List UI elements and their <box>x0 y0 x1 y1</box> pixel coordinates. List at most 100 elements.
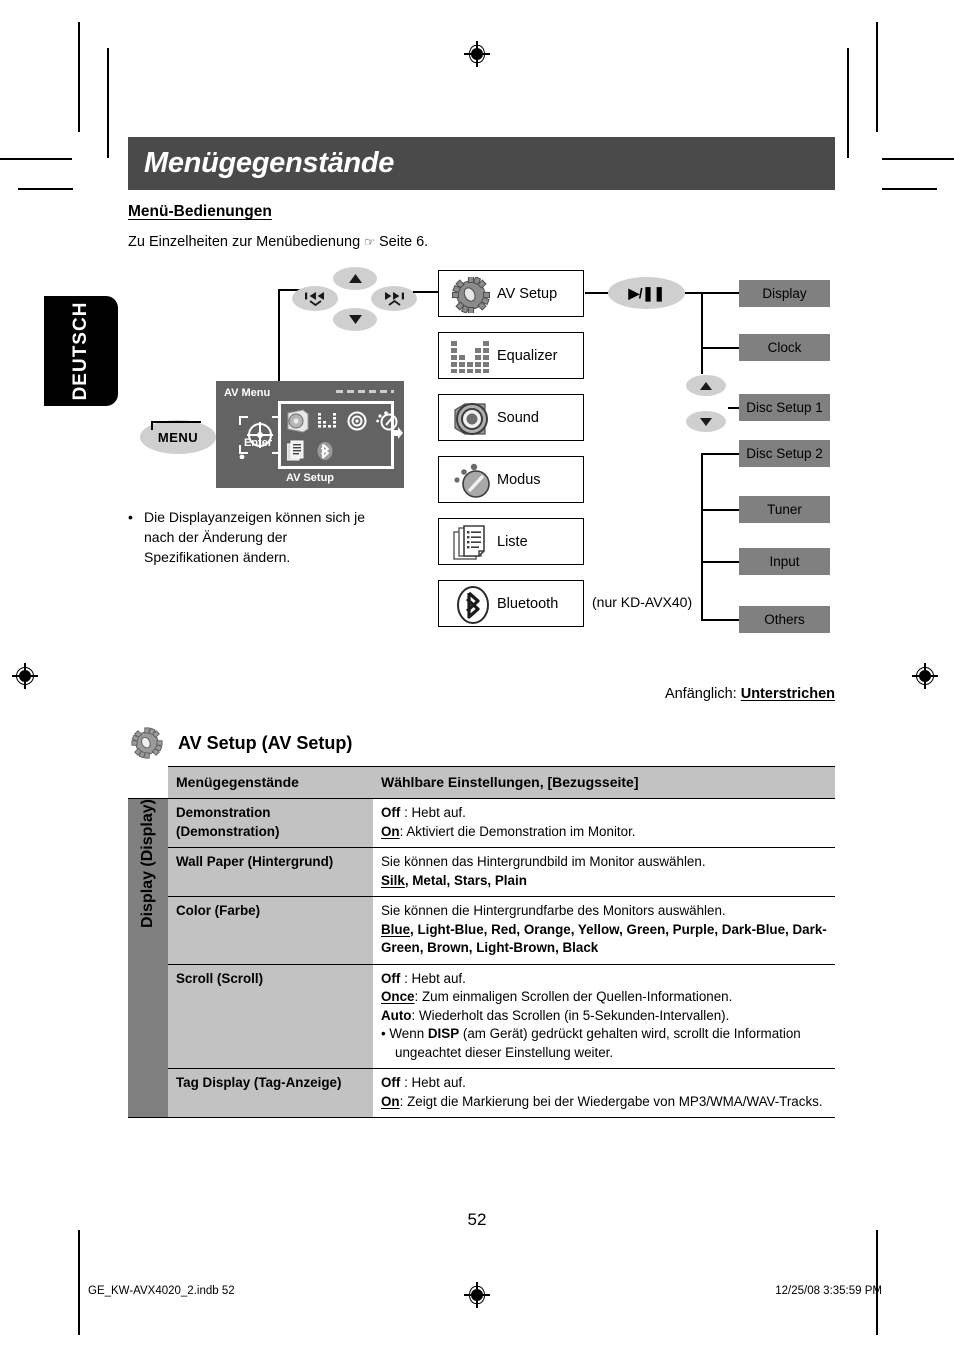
submenu-label: Disc Setup 2 <box>746 446 823 461</box>
setting-text: Hebt auf. <box>411 805 466 821</box>
menu-item-label: Equalizer <box>497 347 558 364</box>
connector-line <box>278 289 280 385</box>
menu-item-modus[interactable]: Modus <box>438 456 584 503</box>
menu-item-liste[interactable]: Liste <box>438 518 584 565</box>
table-category-label: Display (Display) <box>128 798 168 1119</box>
table-row-color: Color (Farbe) Sie können die Hintergrund… <box>128 896 835 965</box>
scroll-down-button[interactable] <box>686 411 726 432</box>
table-row-scroll: Scroll (Scroll) Off : Hebt auf. Once: Zu… <box>128 964 835 1070</box>
crop-mark <box>876 1230 878 1335</box>
branch-stub <box>728 407 739 409</box>
submenu-disc-setup-2[interactable]: Disc Setup 2 <box>739 440 830 467</box>
table-header-settings: Wählbare Einstellungen, [Bezugsseite] <box>373 765 835 800</box>
nav-next-button[interactable] <box>371 286 417 311</box>
play-pause-button[interactable]: ▶/❚❚ <box>608 277 685 309</box>
setting-line: Off : Hebt auf. <box>381 1074 827 1093</box>
chevron-down-icon <box>308 299 322 306</box>
setting-key: Off <box>381 970 401 986</box>
setting-text: Hebt auf. <box>411 1075 466 1091</box>
menu-item-av-setup[interactable]: AV Setup <box>438 270 584 317</box>
setting-key: Off <box>381 1075 401 1091</box>
setting-sep: : <box>400 1075 412 1091</box>
bluetooth-icon <box>457 586 489 624</box>
triangle-up-icon <box>700 381 712 390</box>
setting-text: Sie können das Hintergrundbild im Monito… <box>381 854 706 870</box>
submenu-disc-setup-1[interactable]: Disc Setup 1 <box>739 394 830 421</box>
display-change-note: • Die Displayanzeigen können sich je nac… <box>128 508 368 568</box>
setting-line: Sie können die Hintergrundfarbe des Moni… <box>381 902 827 921</box>
gear-icon <box>452 277 490 313</box>
settings-table: Menügegenstände Wählbare Einstellungen, … <box>128 765 835 1119</box>
registration-mark-bottom <box>464 1282 490 1308</box>
submenu-input[interactable]: Input <box>739 548 830 575</box>
nav-prev-button[interactable] <box>292 286 338 311</box>
submenu-others[interactable]: Others <box>739 606 830 633</box>
prev-track-icon <box>305 291 324 300</box>
footer-timestamp: 12/25/08 3:35:59 PM <box>775 1285 882 1297</box>
setting-key: Once <box>381 989 415 1005</box>
branch-stub <box>701 453 739 455</box>
setting-text: Zum einmaligen Scrollen der Quellen-Info… <box>421 989 733 1005</box>
setting-text: Zeigt die Markierung bei der Wiedergabe … <box>407 1093 823 1109</box>
menu-item-label: AV Setup <box>497 285 558 302</box>
setting-options: Silk, Metal, Stars, Plain <box>381 872 827 891</box>
list-pages-icon <box>453 525 485 560</box>
row-settings: Off : Hebt auf. On: Zeigt die Markierung… <box>373 1068 835 1119</box>
setting-sep: : <box>411 1007 419 1023</box>
nav-up-button[interactable] <box>333 267 377 290</box>
menu-item-sound[interactable]: Sound <box>438 394 584 441</box>
gear-icon <box>131 727 163 759</box>
scroll-up-button[interactable] <box>686 375 726 396</box>
row-settings: Sie können das Hintergrundbild im Monito… <box>373 847 835 898</box>
setting-line: Auto: Wiederholt das Scrollen (in 5-Seku… <box>381 1007 827 1026</box>
setting-options: Blue, Light-Blue, Red, Orange, Yellow, G… <box>381 921 827 958</box>
submenu-display[interactable]: Display <box>739 280 830 307</box>
menu-item-equalizer[interactable]: Equalizer <box>438 332 584 379</box>
connector-line <box>413 291 439 293</box>
display-change-note-text: Die Displayanzeigen können sich je nach … <box>144 509 366 565</box>
bluetooth-icon <box>317 442 333 460</box>
branch-stub <box>701 619 739 621</box>
table-row-wall-paper: Wall Paper (Hintergrund) Sie können das … <box>128 847 835 898</box>
branch-stub <box>701 292 739 294</box>
submenu-clock[interactable]: Clock <box>739 334 830 361</box>
row-settings: Off : Hebt auf. Once: Zum einmaligen Scr… <box>373 964 835 1070</box>
triangle-up-icon <box>348 274 362 283</box>
nav-down-button[interactable] <box>333 308 377 331</box>
mockup-top-label: AV Menu <box>224 387 271 399</box>
mockup-icon-row-2 <box>287 440 334 462</box>
menu-button[interactable]: MENU <box>140 420 216 454</box>
option-list: , Metal, Stars, Plain <box>404 872 527 888</box>
setting-sep: : <box>414 989 422 1005</box>
setting-text: Hebt auf. <box>411 970 466 986</box>
menu-item-label: Modus <box>497 471 541 488</box>
row-item-name: Tag Display (Tag-Anzeige) <box>168 1068 373 1119</box>
menu-button-label: MENU <box>157 429 199 445</box>
option-default: Blue <box>381 921 411 937</box>
setting-line: Off : Hebt auf. <box>381 804 827 823</box>
setting-sep: : <box>399 1093 408 1109</box>
connector-line <box>585 292 609 294</box>
row-item-name: Scroll (Scroll) <box>168 964 373 1070</box>
menu-button-inner: MENU <box>150 420 201 445</box>
submenu-label: Display <box>762 286 807 301</box>
submenu-tuner[interactable]: Tuner <box>739 496 830 523</box>
setting-line: On: Aktiviert die Demonstration im Monit… <box>381 823 827 842</box>
row-settings: Off : Hebt auf. On: Aktiviert die Demons… <box>373 798 835 849</box>
manual-page: DEUTSCH Menügegenstände Menü-Bedienungen… <box>0 0 954 1354</box>
list-pages-icon <box>287 440 304 461</box>
next-track-icon <box>385 291 404 300</box>
branch-stub <box>701 509 739 511</box>
menu-item-label: Bluetooth <box>497 595 559 612</box>
menu-item-bluetooth[interactable]: Bluetooth <box>438 580 584 627</box>
setting-line: Off : Hebt auf. <box>381 970 827 989</box>
mockup-dash-decoration <box>336 390 394 393</box>
page-number: 52 <box>467 1210 487 1229</box>
setting-line: Sie können das Hintergrundbild im Monito… <box>381 853 827 872</box>
row-settings: Sie können die Hintergrundfarbe des Moni… <box>373 896 835 965</box>
row-item-name: Wall Paper (Hintergrund) <box>168 847 373 898</box>
setting-key: Auto <box>381 1007 412 1023</box>
setting-text: Aktiviert die Demonstration im Monitor. <box>406 823 636 839</box>
setting-key: On <box>381 823 400 839</box>
table-header-menu-items: Menügegenstände <box>168 765 373 800</box>
